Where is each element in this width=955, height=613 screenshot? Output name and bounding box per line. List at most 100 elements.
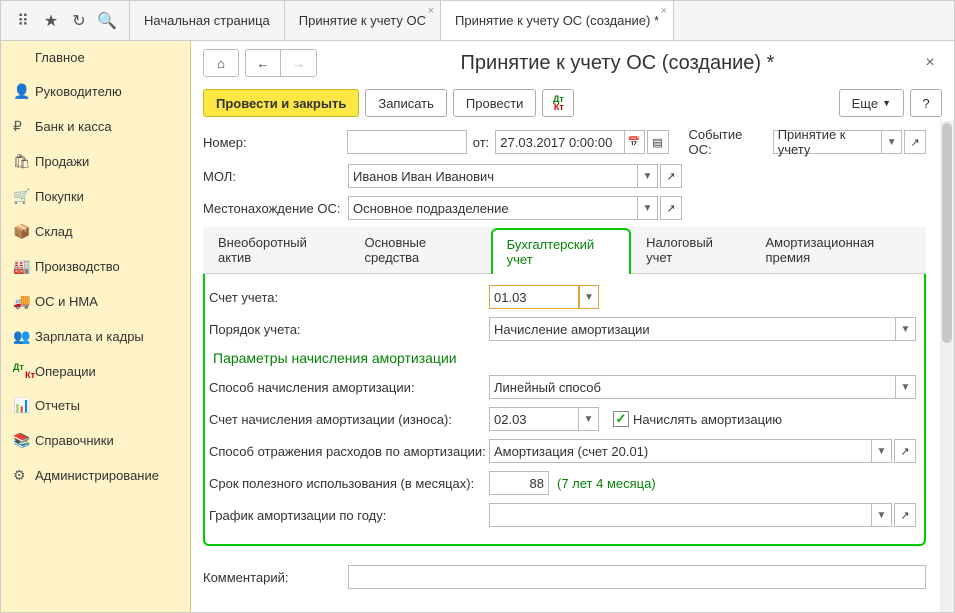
location-label: Местонахождение ОС: <box>203 201 348 216</box>
sidebar-item-manager[interactable]: 👤Руководителю <box>1 74 190 109</box>
cart-icon: 🛒 <box>13 188 35 205</box>
mol-field[interactable]: Иванов Иван Иванович <box>348 164 638 188</box>
term-label: Срок полезного использования (в месяцах)… <box>209 476 489 491</box>
expense-label: Способ отражения расходов по амортизации… <box>209 444 489 459</box>
save-button[interactable]: Записать <box>365 89 447 117</box>
box-icon: 📦 <box>13 223 35 240</box>
dtkt-icon: ДтКт <box>13 363 35 379</box>
order-label: Порядок учета: <box>209 322 489 337</box>
sidebar-item-production[interactable]: 🏭Производство <box>1 249 190 284</box>
dropdown-icon[interactable]: ▼ <box>579 407 599 431</box>
term-hint: (7 лет 4 месяца) <box>557 476 656 491</box>
open-icon[interactable]: ↗ <box>894 503 916 527</box>
close-icon[interactable]: × <box>428 5 434 17</box>
history-icon[interactable]: ↻ <box>65 11 93 31</box>
method-label: Способ начисления амортизации: <box>209 380 489 395</box>
tab-assets[interactable]: Основные средства <box>349 227 490 273</box>
books-icon: 📚 <box>13 432 35 449</box>
sidebar-item-reports[interactable]: 📊Отчеты <box>1 388 190 423</box>
tab-doc2[interactable]: Принятие к учету ОС (создание) *× <box>441 1 674 40</box>
close-icon[interactable]: × <box>661 5 667 17</box>
tab-home[interactable]: Начальная страница <box>130 1 285 40</box>
tab-premium[interactable]: Амортизационная премия <box>750 227 926 273</box>
dtkt-button[interactable]: ДтКт <box>542 89 574 117</box>
dropdown-icon[interactable]: ▼ <box>896 375 916 399</box>
comment-label: Комментарий: <box>203 570 348 585</box>
order-field[interactable]: Начисление амортизации <box>489 317 896 341</box>
sidebar-item-main[interactable]: Главное <box>1 41 190 74</box>
sidebar-item-bank[interactable]: ₽Банк и касса <box>1 109 190 144</box>
open-icon[interactable]: ↗ <box>894 439 916 463</box>
star-icon[interactable]: ★ <box>37 11 65 31</box>
dropdown-icon[interactable]: ▼ <box>896 317 916 341</box>
dropdown-icon[interactable]: ▼ <box>882 130 902 154</box>
person-icon: 👤 <box>13 83 35 100</box>
sidebar-item-purchases[interactable]: 🛒Покупки <box>1 179 190 214</box>
open-icon[interactable]: ↗ <box>660 196 682 220</box>
page-title: Принятие к учету ОС (создание) * <box>323 52 912 75</box>
more-button[interactable]: Еще ▼ <box>839 89 904 117</box>
event-label: Событие ОС: <box>689 127 769 157</box>
post-and-close-button[interactable]: Провести и закрыть <box>203 89 359 117</box>
gear-icon: ⚙ <box>13 467 35 484</box>
dropdown-icon[interactable]: ▼ <box>872 503 892 527</box>
date-field[interactable]: 27.03.2017 0:00:00 <box>495 130 624 154</box>
schedule-field[interactable] <box>489 503 872 527</box>
search-icon[interactable]: 🔍 <box>93 11 121 31</box>
dropdown-icon[interactable]: ▼ <box>638 164 658 188</box>
sidebar: Главное 👤Руководителю ₽Банк и касса 🛍Про… <box>1 41 191 612</box>
tab-accounting[interactable]: Бухгалтерский учет <box>491 228 632 274</box>
sidebar-item-admin[interactable]: ⚙Администрирование <box>1 458 190 493</box>
mol-label: МОЛ: <box>203 169 348 184</box>
forward-button[interactable]: → <box>281 49 317 77</box>
sidebar-item-assets[interactable]: 🚚ОС и НМА <box>1 284 190 319</box>
number-field[interactable] <box>347 130 466 154</box>
dropdown-icon[interactable]: ▼ <box>579 285 599 309</box>
home-button[interactable]: ⌂ <box>203 49 239 77</box>
apps-icon[interactable]: ⠿ <box>9 11 37 31</box>
scrollbar[interactable] <box>940 121 954 612</box>
dropdown-icon[interactable]: ▼ <box>872 439 892 463</box>
sidebar-item-sales[interactable]: 🛍Продажи <box>1 144 190 179</box>
tab-doc1[interactable]: Принятие к учету ОС× <box>285 1 441 40</box>
account-label: Счет учета: <box>209 290 489 305</box>
people-icon: 👥 <box>13 328 35 345</box>
schedule-label: График амортизации по году: <box>209 508 489 523</box>
sidebar-item-salary[interactable]: 👥Зарплата и кадры <box>1 319 190 354</box>
deprec-checkbox[interactable]: ✓ <box>613 411 629 427</box>
post-button[interactable]: Провести <box>453 89 537 117</box>
truck-icon: 🚚 <box>13 293 35 310</box>
comment-field[interactable] <box>348 565 926 589</box>
content-area: ⌂ ← → Принятие к учету ОС (создание) * ×… <box>191 41 954 612</box>
list-icon[interactable]: ▤ <box>647 130 669 154</box>
event-field[interactable]: Принятие к учету <box>773 130 883 154</box>
top-toolbar: ⠿ ★ ↻ 🔍 Начальная страница Принятие к уч… <box>1 1 954 41</box>
term-field[interactable]: 88 <box>489 471 549 495</box>
calendar-icon[interactable]: 📅 <box>625 130 645 154</box>
deprec-acct-label: Счет начисления амортизации (износа): <box>209 412 489 427</box>
checkbox-label: Начислять амортизацию <box>633 412 782 427</box>
factory-icon: 🏭 <box>13 258 35 275</box>
close-button[interactable]: × <box>918 54 942 72</box>
number-label: Номер: <box>203 135 347 150</box>
ot-label: от: <box>473 135 490 150</box>
open-icon[interactable]: ↗ <box>904 130 926 154</box>
chart-icon: 📊 <box>13 397 35 414</box>
location-field[interactable]: Основное подразделение <box>348 196 638 220</box>
tab-tax[interactable]: Налоговый учет <box>631 227 750 273</box>
dropdown-icon[interactable]: ▼ <box>638 196 658 220</box>
section-title: Параметры начисления амортизации <box>213 350 916 366</box>
sidebar-item-warehouse[interactable]: 📦Склад <box>1 214 190 249</box>
sidebar-item-catalogs[interactable]: 📚Справочники <box>1 423 190 458</box>
sidebar-item-operations[interactable]: ДтКтОперации <box>1 354 190 388</box>
bag-icon: 🛍 <box>13 153 35 170</box>
account-field[interactable]: 01.03 <box>489 285 579 309</box>
accounting-panel: Счет учета: 01.03 ▼ Порядок учета: Начис… <box>203 274 926 546</box>
method-field[interactable]: Линейный способ <box>489 375 896 399</box>
expense-field[interactable]: Амортизация (счет 20.01) <box>489 439 872 463</box>
back-button[interactable]: ← <box>245 49 281 77</box>
open-icon[interactable]: ↗ <box>660 164 682 188</box>
help-button[interactable]: ? <box>910 89 942 117</box>
deprec-acct-field[interactable]: 02.03 <box>489 407 579 431</box>
tab-nonturnover[interactable]: Внеоборотный актив <box>203 227 349 273</box>
